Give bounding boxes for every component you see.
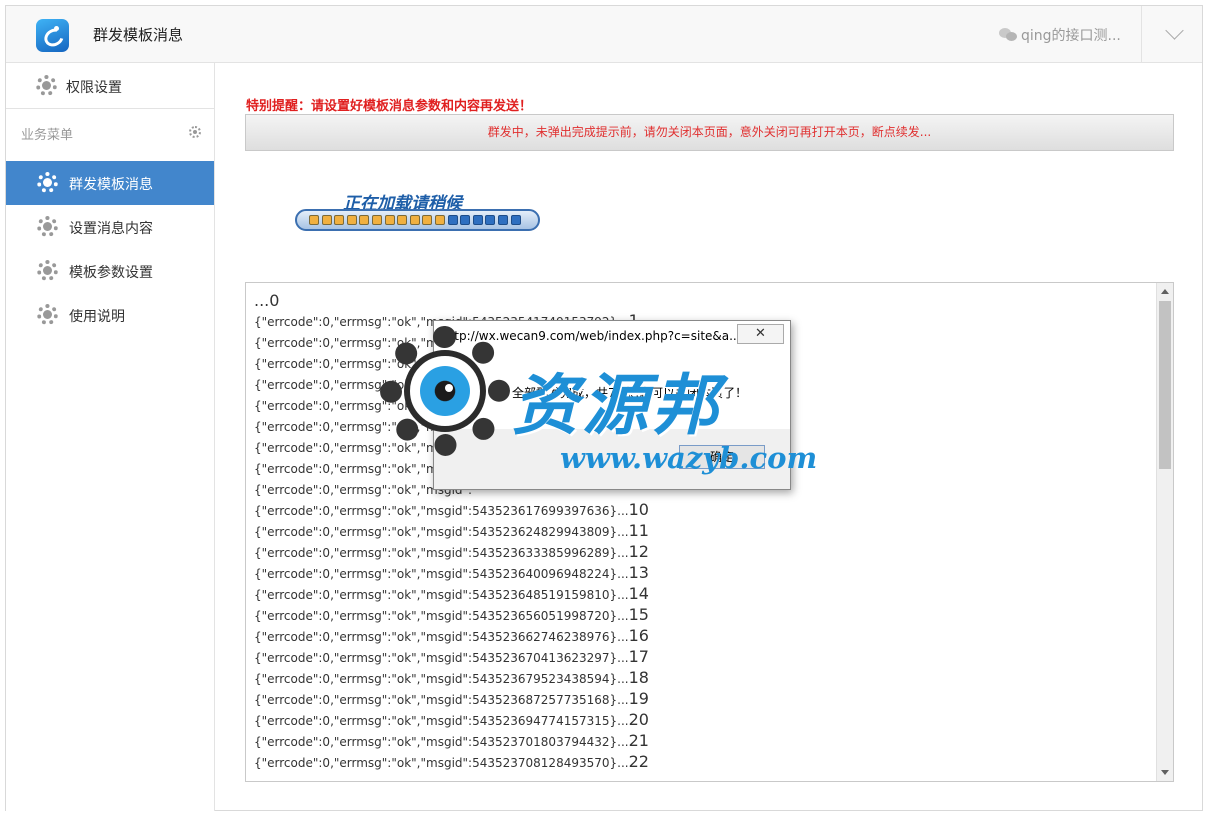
log-text: {"errcode":0,"errmsg":"ok","msgid":54352… bbox=[254, 651, 629, 665]
sidebar-item-label: 权限设置 bbox=[66, 80, 122, 96]
log-index: 12 bbox=[628, 542, 649, 561]
gear-icon bbox=[37, 216, 58, 237]
loading-segment bbox=[409, 215, 420, 225]
log-text: {"errcode":0,"errmsg":"ok","msgid":54352… bbox=[254, 756, 629, 770]
log-index: 19 bbox=[628, 689, 649, 708]
log-line: {"errcode":0,"errmsg":"ok","msgid":54352… bbox=[254, 751, 1144, 772]
log-line: {"errcode":0,"errmsg":"ok","msgid":54352… bbox=[254, 625, 1144, 646]
sidebar-item-group-send[interactable]: 群发模板消息 bbox=[6, 161, 214, 205]
loading-segment bbox=[359, 215, 370, 225]
loading-indicator: 正在加载请稍候 bbox=[293, 187, 543, 239]
sidebar-item-template-params[interactable]: 模板参数设置 bbox=[6, 249, 214, 293]
sidebar-item-help[interactable]: 使用说明 bbox=[6, 293, 214, 337]
gear-icon bbox=[37, 260, 58, 281]
log-index: 21 bbox=[628, 731, 649, 750]
log-text: {"errcode":0,"errmsg":"ok","msgid":54352… bbox=[254, 567, 629, 581]
gear-icon bbox=[37, 304, 58, 325]
log-index: 20 bbox=[628, 710, 649, 729]
watermark-iris bbox=[420, 366, 470, 416]
loading-segment bbox=[384, 215, 395, 225]
loading-segment bbox=[447, 215, 458, 225]
watermark-title: 资源邦 bbox=[512, 367, 722, 444]
log-line: {"errcode":0,"errmsg":"ok","msgid":54352… bbox=[254, 730, 1144, 751]
sidebar-item-message-content[interactable]: 设置消息内容 bbox=[6, 205, 214, 249]
wechat-icon bbox=[999, 28, 1017, 42]
log-line: {"errcode":0,"errmsg":"ok","msgid":54352… bbox=[254, 520, 1144, 541]
log-line: {"errcode":0,"errmsg":"ok","msgid":54352… bbox=[254, 604, 1144, 625]
log-first-line: ...0 bbox=[254, 291, 280, 310]
chevron-down-icon[interactable] bbox=[1165, 21, 1184, 40]
log-index: 11 bbox=[628, 521, 649, 540]
log-text: {"errcode":0,"errmsg":"ok","msgid":54352… bbox=[254, 609, 629, 623]
loading-segment bbox=[372, 215, 382, 225]
log-text: {"errcode":0,"errmsg":"ok","msgid":54352… bbox=[254, 672, 629, 686]
log-text: {"errcode":0,"errmsg":"ok","msgid":54352… bbox=[254, 504, 629, 518]
loading-segment bbox=[485, 215, 496, 225]
log-line: {"errcode":0,"errmsg":"ok","msgid":54352… bbox=[254, 667, 1144, 688]
menu-group-title: 业务菜单 bbox=[21, 128, 74, 143]
loading-segment bbox=[334, 215, 345, 225]
sidebar-item-permissions[interactable]: 权限设置 bbox=[6, 63, 214, 109]
watermark-logo-icon bbox=[380, 326, 510, 456]
log-text: {"errcode":0,"errmsg":"ok","msgid":54352… bbox=[254, 525, 629, 539]
loading-track bbox=[309, 215, 526, 225]
log-index: 15 bbox=[628, 605, 649, 624]
loading-bar bbox=[295, 209, 540, 231]
loading-segment bbox=[309, 215, 319, 225]
watermark-glint bbox=[445, 384, 453, 392]
loading-segment bbox=[422, 215, 433, 225]
sidebar-item-label: 设置消息内容 bbox=[69, 221, 153, 237]
scroll-down-arrow-icon[interactable] bbox=[1157, 764, 1173, 781]
scroll-up-arrow-icon[interactable] bbox=[1157, 283, 1173, 300]
divider bbox=[1141, 6, 1142, 63]
watermark-url: www.wazyb.com bbox=[560, 441, 818, 475]
scrollbar[interactable] bbox=[1156, 283, 1173, 781]
sidebar-item-label: 使用说明 bbox=[69, 309, 125, 325]
log-index: 16 bbox=[628, 626, 649, 645]
warning-text: 特别提醒：请设置好模板消息参数和内容再发送！ bbox=[246, 99, 533, 114]
page-title: 群发模板消息 bbox=[93, 26, 184, 44]
close-button[interactable]: ✕ bbox=[737, 324, 784, 344]
sidebar-item-label: 模板参数设置 bbox=[69, 265, 153, 281]
gear-icon[interactable] bbox=[189, 126, 201, 138]
status-bar: 群发中，未弹出完成提示前，请勿关闭本页面，意外关闭可再打开本页，断点续发... bbox=[245, 114, 1174, 151]
app-logo-icon bbox=[36, 19, 69, 52]
log-index: 10 bbox=[628, 500, 649, 519]
log-index: 18 bbox=[628, 668, 649, 687]
loading-segment bbox=[397, 215, 408, 225]
log-index: 13 bbox=[628, 563, 649, 582]
gear-icon bbox=[36, 75, 57, 96]
log-text: {"errcode":0,"errmsg":"ok","msgid":54352… bbox=[254, 630, 629, 644]
loading-segment bbox=[510, 215, 521, 225]
gear-icon bbox=[37, 172, 58, 193]
top-bar: 群发模板消息 qing的接口测... bbox=[6, 6, 1202, 63]
log-text: {"errcode":0,"errmsg":"ok","msgid":54352… bbox=[254, 735, 629, 749]
log-text: {"errcode":0,"errmsg":"ok","msgid":54352… bbox=[254, 588, 629, 602]
scroll-thumb[interactable] bbox=[1159, 301, 1171, 469]
log-line: {"errcode":0,"errmsg":"ok","msgid":54352… bbox=[254, 499, 1144, 520]
sidebar: 权限设置 业务菜单 群发模板消息 设置消息内容 模板参数设置 使用说明 bbox=[6, 63, 215, 811]
loading-segment bbox=[472, 215, 483, 225]
log-text: {"errcode":0,"errmsg":"ok","msgid":54352… bbox=[254, 546, 629, 560]
loading-segment bbox=[321, 215, 332, 225]
log-text: {"errcode":0,"errmsg":"ok","msgid":54352… bbox=[254, 714, 629, 728]
log-line: {"errcode":0,"errmsg":"ok","msgid":54352… bbox=[254, 709, 1144, 730]
log-line: {"errcode":0,"errmsg":"ok","msgid":54352… bbox=[254, 541, 1144, 562]
loading-segment bbox=[435, 215, 445, 225]
sidebar-item-label: 群发模板消息 bbox=[69, 177, 153, 193]
loading-segment bbox=[498, 215, 508, 225]
loading-segment bbox=[460, 215, 471, 225]
log-index: 17 bbox=[628, 647, 649, 666]
log-line: {"errcode":0,"errmsg":"ok","msgid":54352… bbox=[254, 562, 1144, 583]
log-line: {"errcode":0,"errmsg":"ok","msgid":54352… bbox=[254, 646, 1144, 667]
account-switcher[interactable]: qing的接口测... bbox=[999, 25, 1121, 45]
log-index: 14 bbox=[628, 584, 649, 603]
loading-segment bbox=[346, 215, 357, 225]
log-index: 22 bbox=[628, 752, 649, 771]
log-line: {"errcode":0,"errmsg":"ok","msgid":54352… bbox=[254, 583, 1144, 604]
log-line: {"errcode":0,"errmsg":"ok","msgid":54352… bbox=[254, 688, 1144, 709]
watermark-eye-icon bbox=[404, 350, 486, 432]
log-text: {"errcode":0,"errmsg":"ok","msgid":54352… bbox=[254, 693, 629, 707]
account-name: qing的接口测... bbox=[1021, 28, 1121, 44]
